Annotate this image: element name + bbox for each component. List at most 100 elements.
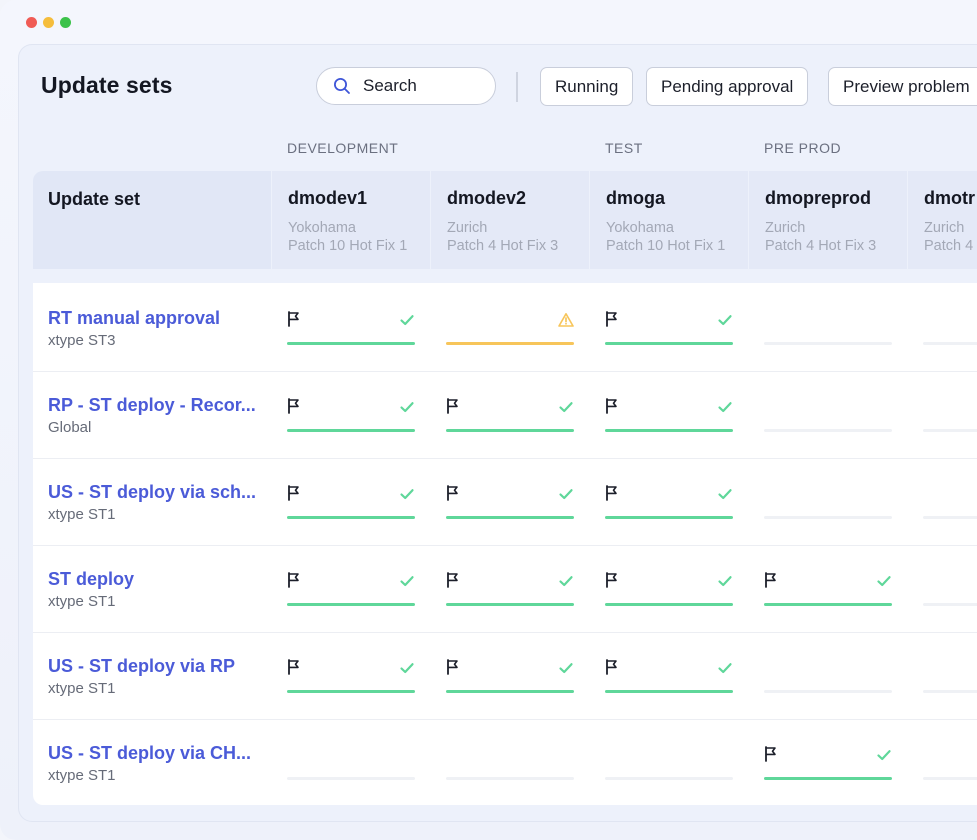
deployment-status-cell[interactable]	[446, 393, 574, 433]
flag-icon	[446, 398, 460, 414]
deployment-status-cell[interactable]	[446, 567, 574, 607]
search-input[interactable]	[361, 75, 485, 97]
progress-bar	[764, 429, 892, 432]
progress-bar	[605, 690, 733, 693]
deployment-status-cell	[923, 654, 977, 694]
env-release: Zurich	[765, 220, 806, 236]
env-patch: Patch 10 Hot Fix 1	[288, 238, 408, 254]
env-release: Yokohama	[288, 220, 356, 236]
progress-bar	[446, 429, 574, 432]
filter-chip-preview-problem[interactable]: Preview problem	[828, 67, 977, 106]
progress-bar	[287, 342, 415, 345]
deployment-status-cell[interactable]	[446, 480, 574, 520]
group-label-pre-prod: PRE PROD	[764, 140, 842, 156]
flag-icon	[287, 398, 301, 414]
update-set-link[interactable]: US - ST deploy via CH...	[48, 743, 251, 764]
check-icon	[558, 399, 574, 415]
env-patch: Patch 4 Hot Fix 3	[765, 238, 877, 254]
deployment-status-cell[interactable]	[605, 567, 733, 607]
deployment-status-cell	[605, 741, 733, 781]
deployment-status-cell	[764, 393, 892, 433]
env-name: dmodev1	[288, 188, 368, 208]
column-header-dmodev1[interactable]: dmodev1 Yokohama Patch 10 Hot Fix 1	[271, 171, 430, 269]
env-release: Zurich	[447, 220, 488, 236]
column-header-dmodev2[interactable]: dmodev2 Zurich Patch 4 Hot Fix 3	[430, 171, 589, 269]
env-release: Zurich	[924, 220, 965, 236]
progress-bar	[923, 777, 977, 780]
progress-bar	[605, 342, 733, 345]
progress-bar	[287, 429, 415, 432]
flag-icon	[605, 659, 619, 675]
deployment-status-cell[interactable]	[764, 567, 892, 607]
progress-bar	[764, 690, 892, 693]
filter-chip-pending-approval[interactable]: Pending approval	[646, 67, 809, 106]
progress-bar	[764, 777, 892, 780]
deployment-status-cell[interactable]	[287, 654, 415, 694]
progress-bar	[605, 429, 733, 432]
env-patch: Patch 4	[924, 238, 974, 254]
deployment-status-cell[interactable]	[446, 306, 574, 346]
progress-bar	[923, 429, 977, 432]
check-icon	[558, 660, 574, 676]
env-name: dmotr	[924, 188, 975, 208]
close-window-button[interactable]	[26, 17, 37, 28]
deployment-status-cell[interactable]	[605, 306, 733, 346]
deployment-status-cell[interactable]	[446, 654, 574, 694]
progress-bar	[446, 603, 574, 606]
flag-icon	[287, 485, 301, 501]
progress-bar	[446, 342, 574, 345]
progress-bar	[605, 516, 733, 519]
column-header-dmoga[interactable]: dmoga Yokohama Patch 10 Hot Fix 1	[589, 171, 748, 269]
deployment-status-cell[interactable]	[605, 393, 733, 433]
update-set-scope: xtype ST1	[48, 767, 116, 784]
update-set-scope: xtype ST1	[48, 680, 116, 697]
progress-bar	[446, 516, 574, 519]
update-set-link[interactable]: RP - ST deploy - Recor...	[48, 395, 256, 416]
check-icon	[399, 312, 415, 328]
deployment-status-cell[interactable]	[287, 480, 415, 520]
check-icon	[399, 573, 415, 589]
flag-icon	[446, 485, 460, 501]
update-set-link[interactable]: ST deploy	[48, 569, 134, 590]
deployment-status-cell	[446, 741, 574, 781]
env-patch: Patch 10 Hot Fix 1	[606, 238, 726, 254]
deployment-status-cell	[764, 480, 892, 520]
update-set-scope: xtype ST1	[48, 506, 116, 523]
deployment-status-cell[interactable]	[764, 741, 892, 781]
minimize-window-button[interactable]	[43, 17, 54, 28]
env-name: dmoga	[606, 188, 666, 208]
update-set-link[interactable]: US - ST deploy via sch...	[48, 482, 256, 503]
deployment-status-cell[interactable]	[605, 654, 733, 694]
deployment-status-cell	[287, 741, 415, 781]
deployment-status-cell[interactable]	[287, 306, 415, 346]
progress-bar	[764, 516, 892, 519]
progress-bar	[923, 516, 977, 519]
progress-bar	[923, 342, 977, 345]
flag-icon	[605, 485, 619, 501]
toolbar-divider	[516, 72, 518, 102]
check-icon	[876, 747, 892, 763]
flag-icon	[605, 398, 619, 414]
progress-bar	[764, 342, 892, 345]
check-icon	[717, 660, 733, 676]
update-set-link[interactable]: RT manual approval	[48, 308, 220, 329]
deployment-status-cell[interactable]	[287, 567, 415, 607]
column-header-dmopreprod[interactable]: dmopreprod Zurich Patch 4 Hot Fix 3	[748, 171, 907, 269]
deployment-status-cell[interactable]	[605, 480, 733, 520]
filter-chip-running[interactable]: Running	[540, 67, 634, 106]
warning-icon	[558, 312, 574, 328]
column-header-dmotr[interactable]: dmotr Zurich Patch 4	[907, 171, 977, 269]
flag-icon	[764, 572, 778, 588]
group-label-development: DEVELOPMENT	[287, 140, 399, 156]
progress-bar	[764, 603, 892, 606]
check-icon	[558, 573, 574, 589]
maximize-window-button[interactable]	[60, 17, 71, 28]
deployment-status-cell[interactable]	[287, 393, 415, 433]
search-box[interactable]	[316, 67, 496, 105]
check-icon	[399, 660, 415, 676]
env-name: dmopreprod	[765, 188, 871, 208]
update-set-link[interactable]: US - ST deploy via RP	[48, 656, 235, 677]
flag-icon	[764, 746, 778, 762]
column-header-update-set: Update set	[48, 189, 141, 209]
progress-bar	[605, 777, 733, 780]
